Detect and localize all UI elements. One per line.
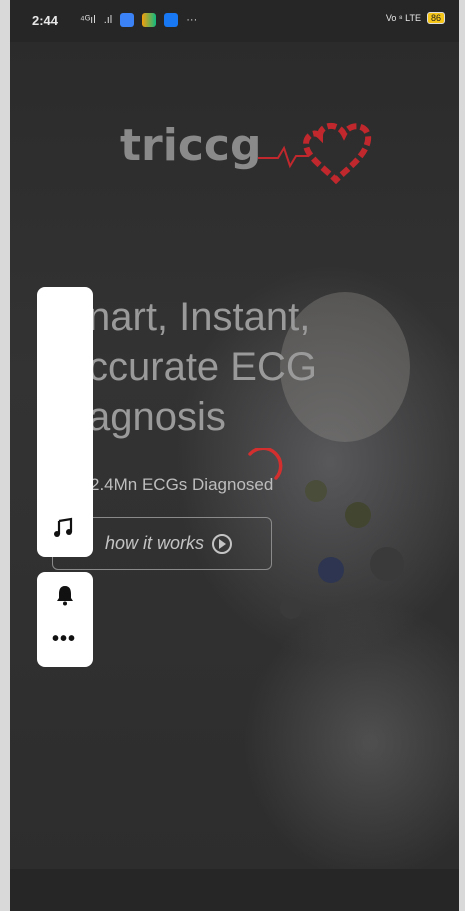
electrode bbox=[305, 480, 327, 502]
signal-icon: ⁴ᴳıl bbox=[80, 14, 96, 26]
heart-logo-icon bbox=[258, 123, 372, 185]
battery-icon: 86 bbox=[426, 12, 445, 24]
headline-line-3: agnosis bbox=[88, 395, 226, 439]
play-icon bbox=[212, 533, 233, 554]
floating-panel-top[interactable] bbox=[37, 287, 93, 557]
status-icons: ⁴ᴳıl .ıl ··· bbox=[80, 13, 197, 27]
how-it-works-label: how it works bbox=[105, 533, 205, 553]
electrode bbox=[345, 502, 371, 528]
electrode bbox=[318, 557, 344, 583]
music-note-icon[interactable] bbox=[53, 517, 75, 545]
phone-screen: 2:44 ⁴ᴳıl .ıl ··· Vo ⁸ LTE 86 triccg nar… bbox=[10, 0, 459, 911]
multicolor-app-icon bbox=[142, 13, 157, 27]
hero-headline: nart, Instant, ccurate ECG agnosis bbox=[88, 292, 428, 442]
more-icon[interactable]: ••• bbox=[52, 628, 76, 651]
volte-icon: Vo ⁸ LTE bbox=[385, 13, 421, 23]
floating-panel-bottom: ••• bbox=[37, 572, 93, 667]
more-notifications-icon: ··· bbox=[186, 14, 198, 26]
ecg-count-stat: 2.4Mn ECGs Diagnosed bbox=[90, 475, 274, 494]
phone-app-icon bbox=[120, 13, 135, 27]
brand-logo: triccg bbox=[120, 120, 262, 171]
headline-line-1: nart, Instant, bbox=[88, 295, 311, 339]
electrode bbox=[370, 547, 404, 581]
headline-line-2: ccurate ECG bbox=[88, 345, 317, 389]
electrode bbox=[280, 597, 302, 619]
status-bar: 2:44 ⁴ᴳıl .ıl ··· Vo ⁸ LTE 86 bbox=[10, 0, 459, 42]
navigation-bar bbox=[10, 869, 459, 911]
status-time: 2:44 bbox=[32, 13, 59, 28]
facebook-icon bbox=[164, 13, 179, 27]
signal-icon-2: .ıl bbox=[103, 14, 113, 26]
bell-icon[interactable] bbox=[55, 584, 75, 611]
status-right: Vo ⁸ LTE 86 bbox=[386, 12, 445, 24]
